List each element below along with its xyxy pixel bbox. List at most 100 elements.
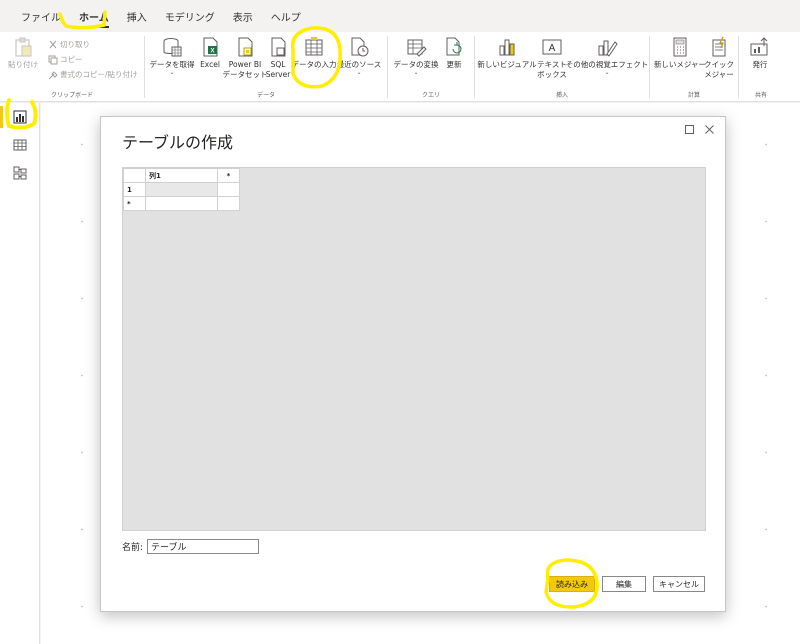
tab-modeling[interactable]: モデリング	[156, 0, 224, 32]
share-group: 発行 共有	[739, 32, 783, 102]
paste-label: 貼り付け	[8, 60, 38, 69]
row-header: 1	[123, 182, 146, 197]
add-column-button[interactable]: *	[217, 168, 240, 183]
transform-data-button[interactable]: データの変換 ⌄	[394, 36, 439, 76]
copy-icon	[48, 55, 58, 64]
calculator-icon	[673, 37, 687, 57]
chevron-down-icon: ⌄	[604, 69, 610, 76]
table-cell-empty	[145, 196, 218, 211]
more-visuals-icon	[598, 40, 618, 57]
view-rail	[0, 103, 40, 644]
excel-button[interactable]: X Excel	[197, 36, 223, 70]
more-visuals-button[interactable]: その他の視覚エフェクト ⌄	[566, 36, 648, 76]
copy-button[interactable]: コピー	[48, 54, 83, 65]
sql-server-icon	[271, 37, 286, 57]
report-view-icon	[13, 110, 27, 124]
recent-sources-icon	[351, 37, 369, 57]
column-header[interactable]: 列1	[145, 168, 218, 183]
data-view-button[interactable]	[0, 131, 40, 159]
text-box-label-2: ボックス	[537, 70, 567, 79]
query-group: データの変換 ⌄ 更新 クエリ	[388, 32, 474, 102]
powerbi-dataset-button[interactable]: Power BI データセット	[223, 36, 268, 80]
create-table-dialog: テーブルの作成 列1 * 1 * 名前: テーブル 読み込み 編集 キャンセル	[100, 116, 726, 612]
excel-icon: X	[203, 37, 218, 57]
new-measure-label: 新しいメジャー	[653, 60, 707, 69]
text-box-label-1: テキスト	[537, 60, 567, 69]
maximize-icon	[684, 124, 694, 134]
paste-icon	[15, 37, 32, 57]
quick-measure-button[interactable]: クイック メジャー	[704, 36, 734, 80]
text-box-button[interactable]: A テキスト ボックス	[534, 36, 570, 80]
clipboard-group: 貼り付け 切り取り コピー 書式のコピー/貼り付け クリップボード	[0, 32, 144, 102]
insert-group-label: 挿入	[555, 92, 568, 99]
data-entry-table: 列1 * 1 *	[123, 168, 240, 211]
dialog-title: テーブルの作成	[122, 133, 234, 152]
svg-text:X: X	[210, 49, 214, 55]
refresh-icon	[446, 37, 462, 56]
tab-home[interactable]: ホーム	[70, 0, 118, 32]
table-grid-icon	[305, 37, 323, 56]
data-group: データを取得 ⌄ X Excel Power BI データセット SQL Ser…	[145, 32, 387, 102]
tab-help[interactable]: ヘルプ	[262, 0, 310, 32]
enter-data-button[interactable]: データの入力	[291, 36, 337, 70]
scissors-icon	[49, 40, 57, 48]
chevron-down-icon: ⌄	[356, 69, 362, 76]
model-view-button[interactable]	[0, 159, 40, 187]
publish-button[interactable]: 発行	[745, 36, 775, 70]
tab-view[interactable]: 表示	[224, 0, 262, 32]
table-cell-empty	[217, 196, 240, 211]
get-data-button[interactable]: データを取得 ⌄	[149, 36, 195, 76]
share-group-label: 共有	[754, 92, 767, 99]
sql-label-1: SQL	[270, 60, 286, 69]
edit-button[interactable]: 編集	[602, 576, 646, 592]
new-visual-label: 新しいビジュアル	[477, 60, 537, 69]
quick-measure-label-1: クイック	[704, 60, 734, 69]
powerbi-label-1: Power BI	[228, 60, 262, 69]
sql-label-2: Server	[265, 70, 291, 79]
bar-chart-icon	[499, 39, 515, 56]
load-button[interactable]: 読み込み	[549, 576, 595, 592]
calculations-group: 新しいメジャー クイック メジャー 計算	[650, 32, 738, 102]
clipboard-group-label: クリップボード	[50, 92, 93, 99]
brush-icon	[48, 70, 58, 79]
dataset-icon	[238, 37, 253, 57]
close-icon	[704, 124, 714, 134]
ribbon-tabbar: ファイル ホーム 挿入 モデリング 表示 ヘルプ	[0, 0, 800, 32]
publish-label: 発行	[752, 60, 768, 69]
text-box-icon: A	[542, 39, 562, 55]
new-measure-button[interactable]: 新しいメジャー	[653, 36, 707, 70]
refresh-button[interactable]: 更新	[442, 36, 466, 70]
cut-button[interactable]: 切り取り	[48, 39, 90, 50]
maximize-button[interactable]	[681, 121, 697, 137]
data-view-icon	[13, 139, 27, 151]
data-entry-grid[interactable]: 列1 * 1 *	[122, 167, 706, 531]
grid-corner-cell	[123, 168, 146, 183]
svg-text:A: A	[549, 43, 556, 54]
name-label: 名前:	[122, 543, 144, 553]
insert-group: 新しいビジュアル A テキスト ボックス その他の視覚エフェクト ⌄ 挿入	[475, 32, 649, 102]
tab-insert[interactable]: 挿入	[118, 0, 156, 32]
data-group-label: データ	[256, 92, 275, 99]
database-icon	[163, 38, 182, 57]
refresh-label: 更新	[446, 60, 462, 69]
ribbon: 貼り付け 切り取り コピー 書式のコピー/貼り付け クリップボード データを取得…	[0, 32, 800, 102]
report-view-button[interactable]	[0, 103, 40, 131]
quick-measure-label-2: メジャー	[704, 70, 734, 79]
tab-file[interactable]: ファイル	[12, 0, 70, 32]
format-painter-button[interactable]: 書式のコピー/貼り付け	[48, 69, 138, 80]
chevron-down-icon: ⌄	[169, 69, 175, 76]
sql-server-button[interactable]: SQL Server	[265, 36, 291, 80]
add-row-button[interactable]: *	[123, 196, 146, 211]
table-name-input[interactable]	[147, 539, 260, 554]
close-button[interactable]	[701, 121, 717, 137]
table-cell-empty	[217, 182, 240, 197]
recent-sources-button[interactable]: 最近のソース ⌄	[337, 36, 381, 76]
query-group-label: クエリ	[421, 92, 440, 99]
model-view-icon	[13, 166, 27, 180]
table-cell[interactable]	[145, 182, 218, 197]
paste-button[interactable]: 貼り付け	[8, 36, 38, 70]
cancel-button[interactable]: キャンセル	[653, 576, 705, 592]
publish-icon	[750, 37, 768, 56]
new-visual-button[interactable]: 新しいビジュアル	[477, 36, 537, 70]
enter-data-label: データの入力	[291, 60, 337, 69]
